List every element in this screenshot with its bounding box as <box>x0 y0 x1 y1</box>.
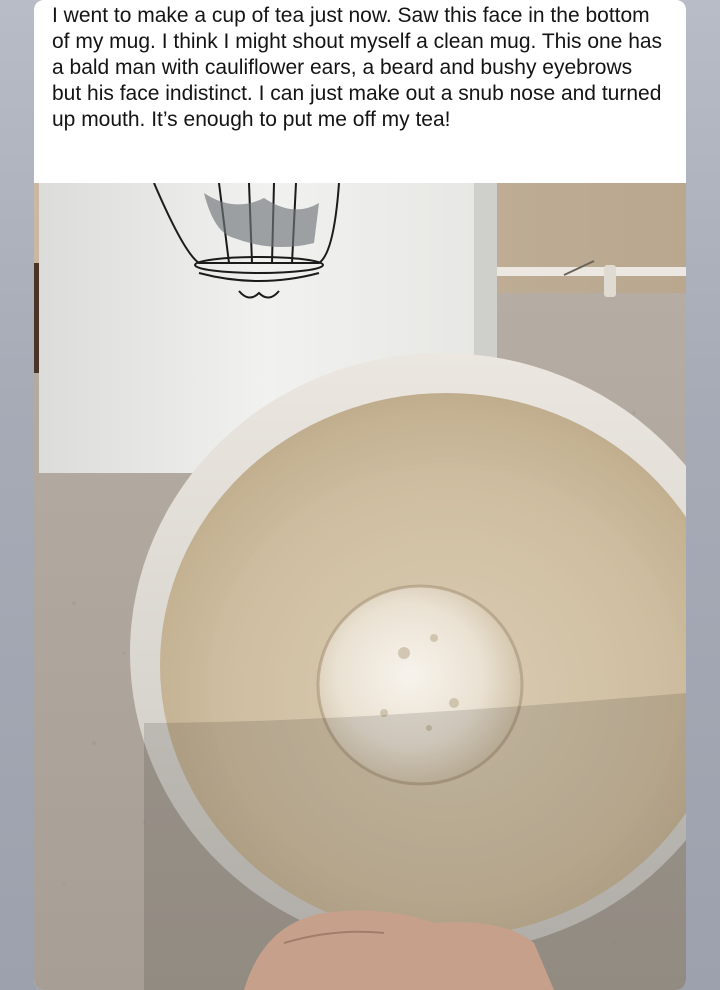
post-card: I went to make a cup of tea just now. Sa… <box>34 0 686 990</box>
post-photo[interactable] <box>34 183 686 990</box>
post-caption: I went to make a cup of tea just now. Sa… <box>34 0 686 183</box>
